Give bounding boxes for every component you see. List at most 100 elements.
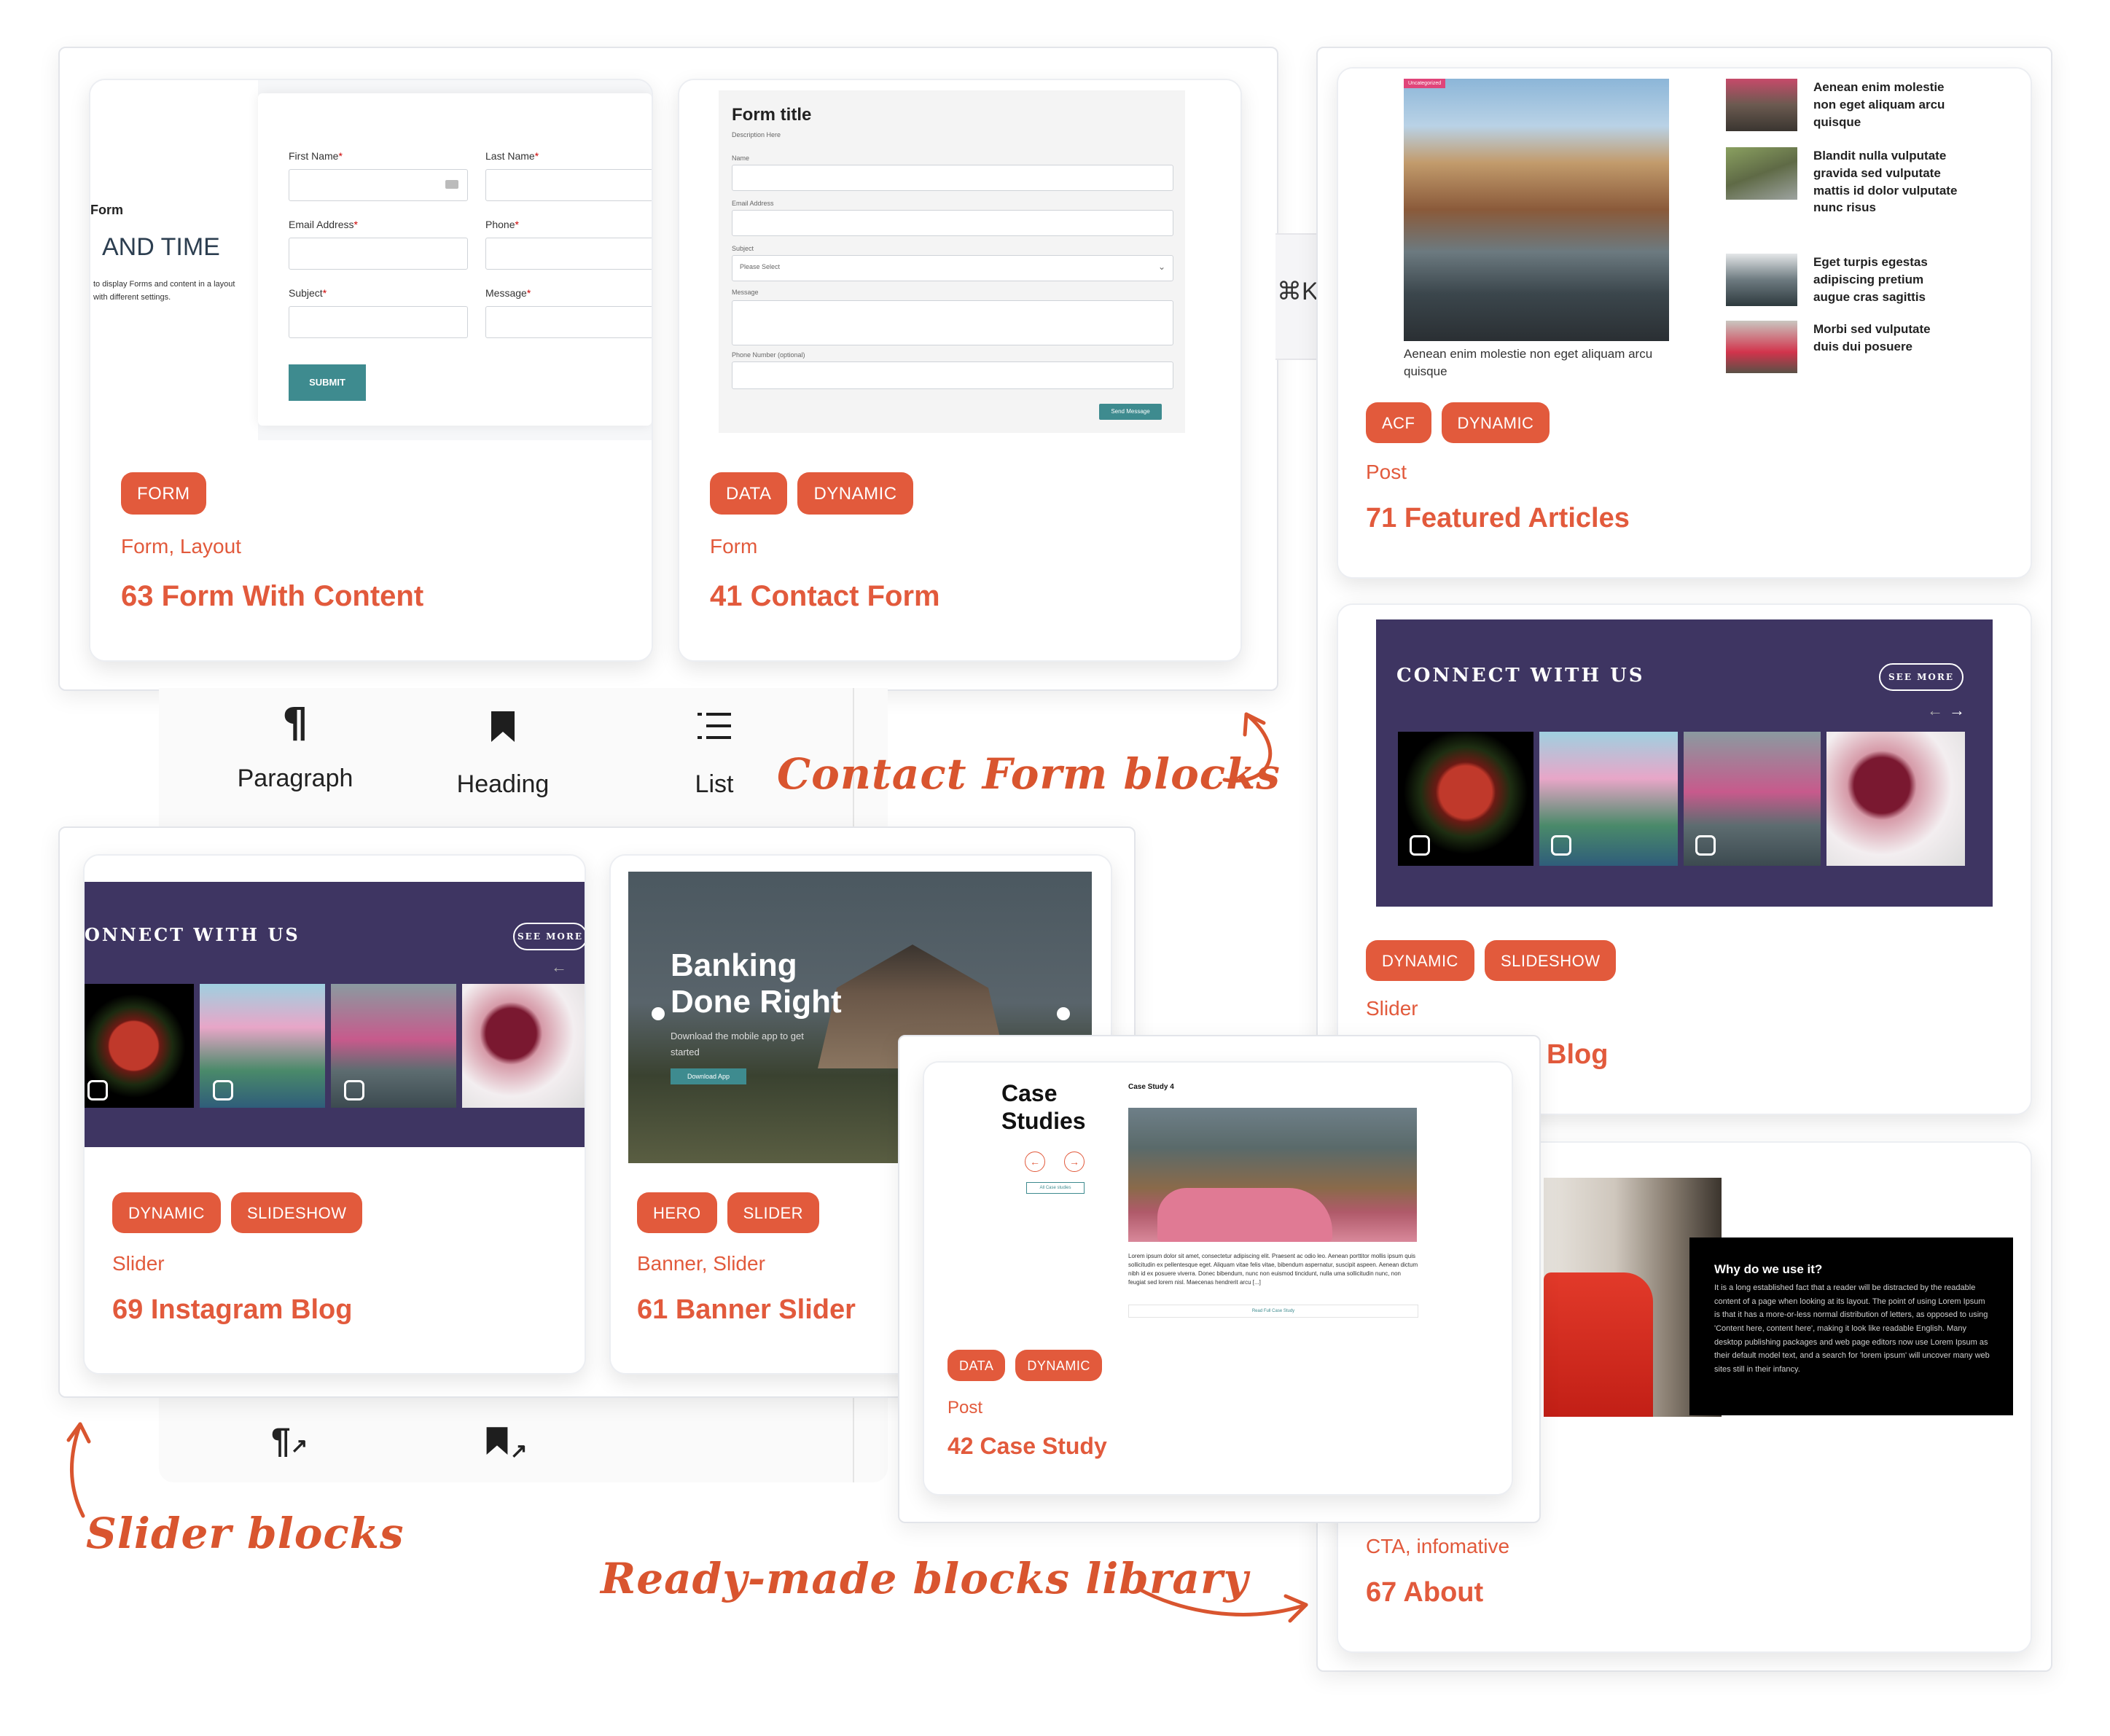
list-icon: [698, 713, 731, 739]
block-list[interactable]: List: [656, 700, 773, 816]
side-article-title[interactable]: Blandit nulla vulputate gravida sed vulp…: [1813, 147, 1959, 216]
subject-field[interactable]: [289, 306, 468, 338]
category-badge[interactable]: Uncategorized: [1404, 79, 1446, 88]
featured-main-caption[interactable]: Aenean enim molestie non eget aliquam ar…: [1404, 345, 1695, 380]
subject-label: Subject*: [289, 287, 327, 299]
heading-link-icon[interactable]: ↗: [484, 1426, 527, 1463]
block-heading[interactable]: Heading: [445, 700, 561, 816]
instagram-icon: [213, 1080, 233, 1100]
subject-select[interactable]: Please Select ⌄: [732, 255, 1173, 281]
banner-headline-1: Banking: [671, 947, 797, 983]
tag-dynamic[interactable]: DYNAMIC: [1366, 940, 1474, 981]
card-title[interactable]: 61 Banner Slider: [637, 1294, 856, 1326]
download-app-button[interactable]: Download App: [671, 1068, 746, 1084]
card-title[interactable]: 63 Form With Content: [121, 580, 423, 613]
tag-dynamic[interactable]: DYNAMIC: [1441, 402, 1550, 443]
first-name-field[interactable]: [289, 169, 468, 201]
tag-dynamic[interactable]: DYNAMIC: [797, 472, 913, 515]
side-article-title[interactable]: Morbi sed vulputate duis dui posuere: [1813, 321, 1959, 356]
arrow-icon: [66, 1422, 91, 1518]
tag-list: DYNAMIC SLIDESHOW: [112, 1192, 363, 1233]
block-card-contact-form[interactable]: Form title Description Here Name Email A…: [678, 79, 1242, 662]
card-title[interactable]: 67 About: [1366, 1577, 1483, 1608]
tag-data[interactable]: DATA: [710, 472, 788, 515]
block-card-featured-articles[interactable]: Uncategorized Aenean enim molestie non e…: [1337, 67, 2032, 579]
instagram-icon: [87, 1080, 108, 1100]
slider-prev-icon[interactable]: [652, 1007, 665, 1020]
slider-preview: CONNECT WITH US SEE MORE ← →: [1376, 619, 1993, 907]
card-category: Form: [710, 535, 758, 558]
tag-list: DATA DYNAMIC: [710, 472, 913, 515]
block-list-label: List: [695, 770, 734, 798]
name-field[interactable]: [732, 165, 1173, 191]
tag-form[interactable]: FORM: [121, 472, 206, 515]
see-more-button[interactable]: SEE MORE: [1879, 663, 1964, 691]
tag-dynamic[interactable]: DYNAMIC: [112, 1192, 221, 1233]
send-message-button[interactable]: Send Message: [1099, 404, 1162, 420]
card-title[interactable]: 69 Instagram Blog: [112, 1294, 352, 1326]
featured-main-image: Uncategorized: [1404, 79, 1669, 341]
banner-headline-2: Done Right: [671, 984, 842, 1020]
tag-data[interactable]: DATA: [947, 1350, 1006, 1381]
block-card-form-with-content[interactable]: Form AND TIME to display Forms and conte…: [89, 79, 653, 662]
block-card-instagram-blog[interactable]: ONNECT WITH US SEE MORE ← DYNAMIC SLIDES…: [83, 854, 586, 1375]
arrow-right-icon[interactable]: →: [1949, 701, 1965, 720]
message-field[interactable]: [732, 300, 1173, 345]
bus-shape: [1544, 1272, 1653, 1417]
prev-arrow-icon[interactable]: ←: [1025, 1152, 1045, 1172]
instagram-icon: [344, 1080, 364, 1100]
annotation-slider: Slider blocks: [86, 1509, 405, 1558]
tag-dynamic[interactable]: DYNAMIC: [1015, 1350, 1102, 1381]
submit-button[interactable]: SUBMIT: [289, 364, 366, 401]
read-full-case-study-link[interactable]: Read Full Case Study: [1128, 1305, 1418, 1318]
block-card-case-study[interactable]: Case Studies ← → All Case studies Case S…: [923, 1061, 1513, 1495]
phone-field[interactable]: [732, 361, 1173, 389]
block-heading-label: Heading: [456, 770, 550, 798]
case-heading-2: Studies: [1001, 1108, 1086, 1134]
tag-hero[interactable]: HERO: [637, 1192, 717, 1233]
chevron-down-icon: ⌄: [1157, 262, 1165, 272]
instagram-icon: [1695, 835, 1716, 856]
email-field[interactable]: [732, 210, 1173, 236]
email-field[interactable]: [289, 238, 468, 270]
tag-slider[interactable]: SLIDER: [727, 1192, 820, 1233]
cta-title: Why do we use it?: [1714, 1262, 1823, 1276]
bookmark-icon: [491, 711, 515, 742]
last-name-field[interactable]: [485, 169, 652, 201]
side-thumb: [1726, 254, 1797, 306]
name-label: Name: [732, 155, 750, 162]
tag-slideshow[interactable]: SLIDESHOW: [1484, 940, 1617, 981]
photo: [1826, 732, 1965, 866]
cta-box: Why do we use it? It is a long establish…: [1689, 1238, 2013, 1415]
tag-slideshow[interactable]: SLIDESHOW: [230, 1192, 363, 1233]
phone-field[interactable]: [485, 238, 652, 270]
message-field[interactable]: [485, 306, 652, 338]
block-paragraph-label: Paragraph: [237, 765, 353, 792]
tag-list: DATA DYNAMIC: [947, 1350, 1102, 1381]
side-article-title[interactable]: Eget turpis egestas adipiscing pretium a…: [1813, 254, 1959, 305]
subject-label: Subject: [732, 245, 754, 252]
all-case-studies-link[interactable]: All Case studies: [1026, 1182, 1085, 1194]
banner-subtext-2: started: [671, 1047, 700, 1057]
card-title[interactable]: 41 Contact Form: [710, 580, 940, 613]
photo: [462, 984, 585, 1108]
cta-text: It is a long established fact that a rea…: [1714, 1283, 1990, 1375]
card-category: Banner, Slider: [637, 1252, 765, 1275]
phone-label: Phone Number (optional): [732, 351, 805, 359]
block-paragraph[interactable]: ¶ Paragraph: [233, 700, 357, 816]
subject-placeholder: Please Select: [740, 263, 781, 270]
arrow-left-icon[interactable]: ←: [551, 958, 567, 977]
side-article-title[interactable]: Aenean enim molestie non eget aliquam ar…: [1813, 79, 1959, 130]
paragraph-link-icon[interactable]: ¶↗: [271, 1421, 308, 1461]
card-title[interactable]: 71 Featured Articles: [1366, 503, 1630, 534]
card-title[interactable]: 42 Case Study: [947, 1433, 1107, 1460]
tag-acf[interactable]: ACF: [1366, 402, 1431, 443]
see-more-button[interactable]: SEE MORE: [513, 923, 585, 950]
slider-next-icon[interactable]: [1057, 1007, 1070, 1020]
card-title[interactable]: Blog: [1547, 1039, 1608, 1071]
arrow-left-icon[interactable]: ←: [1927, 701, 1943, 720]
form-box: First Name* Last Name* Email Address* Ph…: [258, 93, 652, 426]
card-category: CTA, infomative: [1366, 1535, 1510, 1557]
next-arrow-icon[interactable]: →: [1064, 1152, 1085, 1172]
tag-list: DYNAMIC SLIDESHOW: [1366, 940, 1617, 981]
